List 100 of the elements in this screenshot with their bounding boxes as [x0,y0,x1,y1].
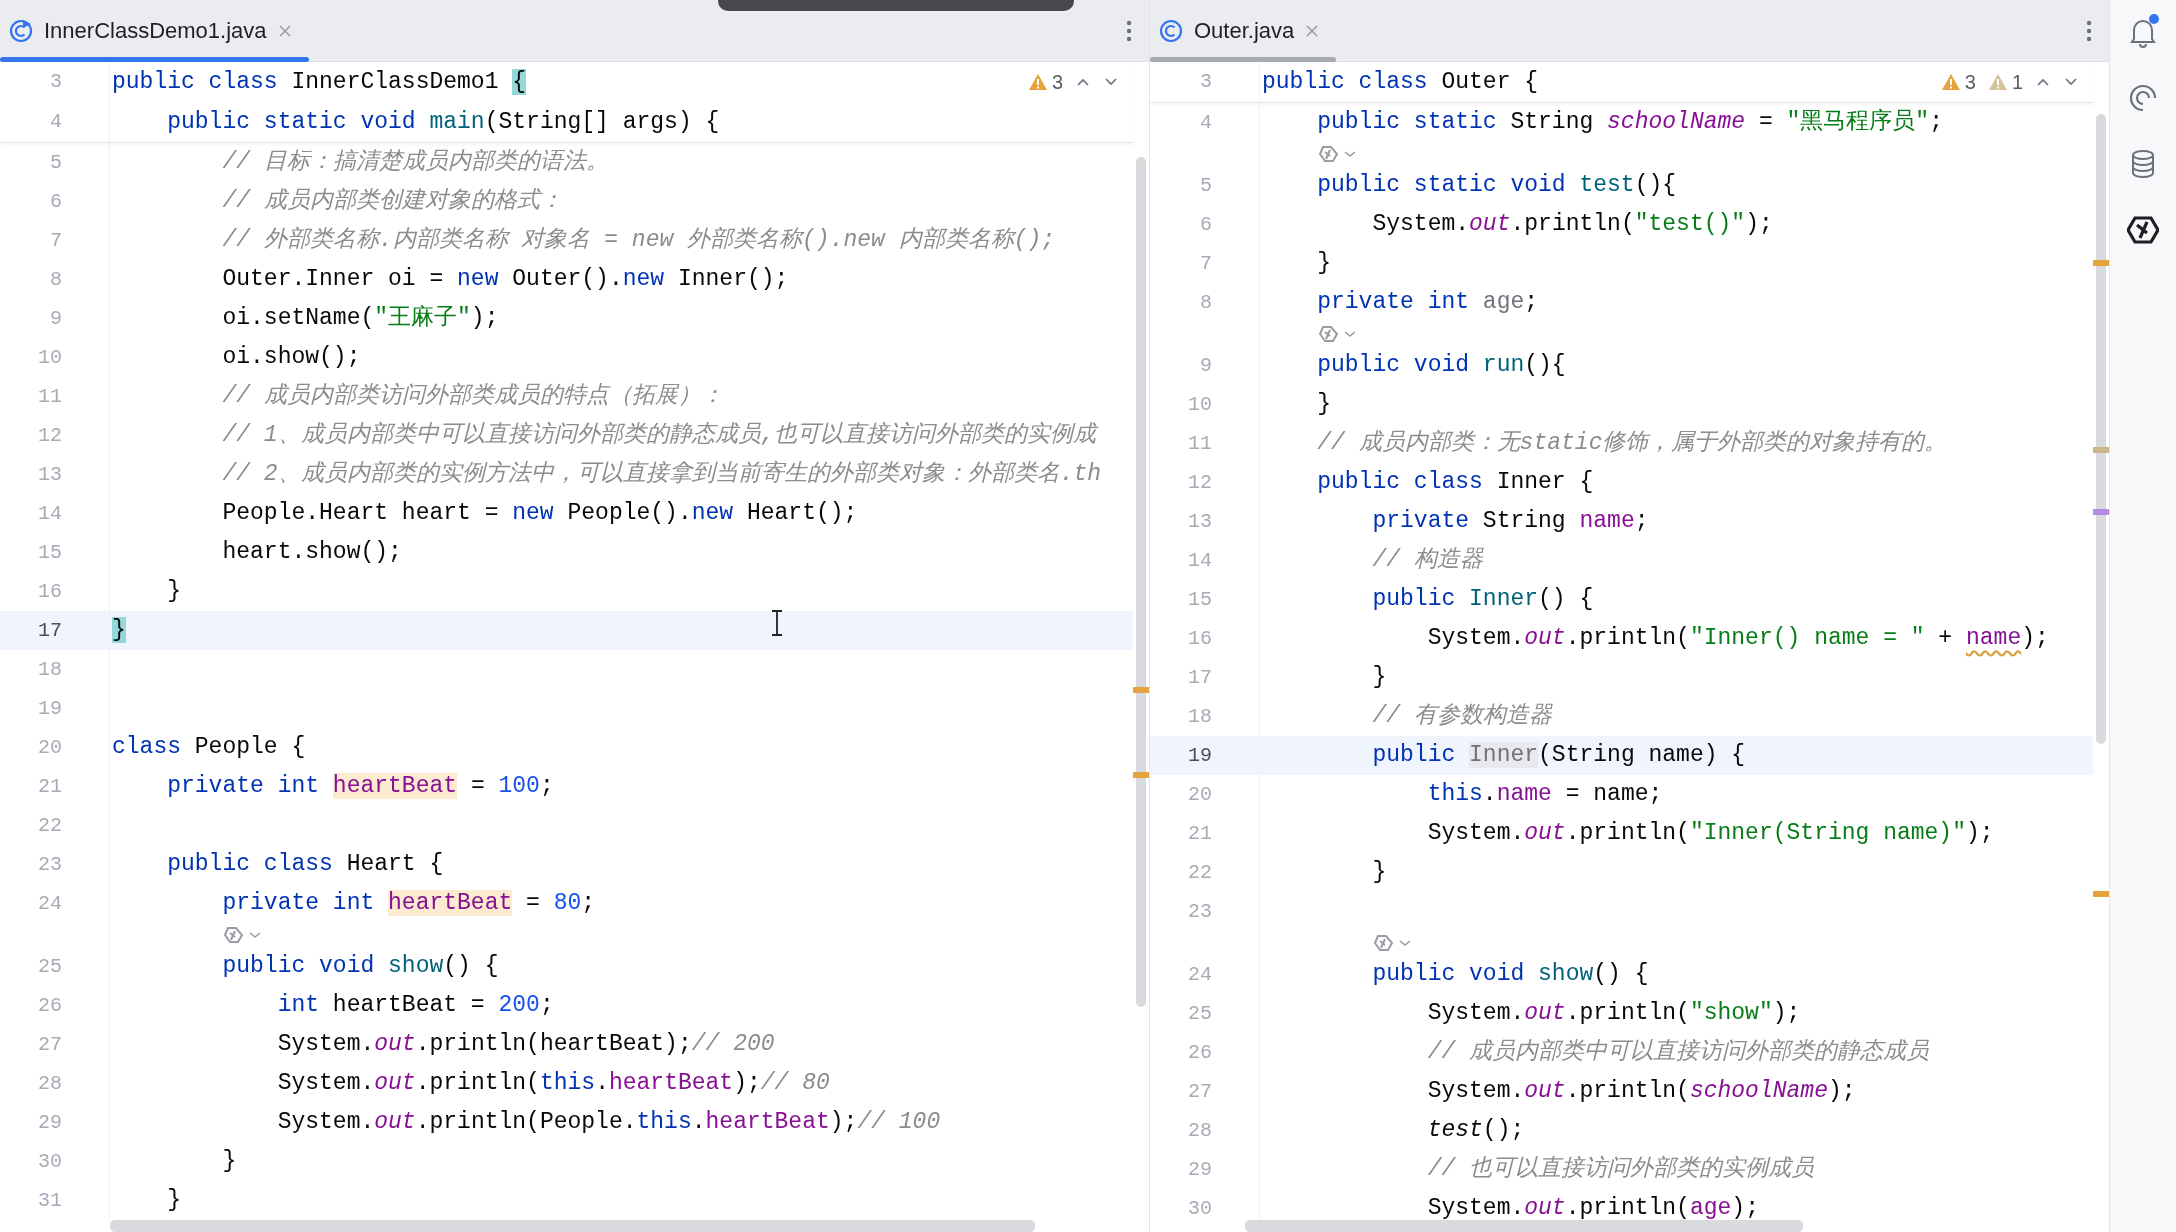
weak-warning-count: 1 [2011,70,2023,95]
line-number: 7 [49,227,62,254]
code-line: oi.show(); [221,343,361,373]
line-number: 31 [37,1187,62,1214]
line-number: 5 [49,149,62,176]
warning-icon [1027,72,1048,92]
line-number: 25 [1187,1000,1212,1027]
line-number: 9 [49,305,62,332]
code-line: System.out.println("Inner() name = " + name); [1426,624,2049,654]
line-number: 12 [37,422,62,449]
line-number: 8 [1199,289,1212,316]
line-number: 28 [1187,1117,1212,1144]
more-options-icon[interactable] [2086,18,2092,43]
line-number: 22 [1187,859,1212,886]
line-number: 5 [1199,172,1212,199]
code-line: test(); [1426,1116,1525,1146]
line-number: 4 [1199,109,1212,136]
code-line: public void run(){ [1316,351,1566,381]
scrollbar-thumb[interactable] [2096,114,2106,744]
code-line: } [166,577,181,607]
line-number: 17 [1187,664,1212,691]
line-number: 23 [37,851,62,878]
code-line: System.out.println("show"); [1426,999,1801,1029]
code-line: } [166,1186,181,1216]
code-line: public class Heart { [166,850,444,880]
line-number: 15 [1187,586,1212,613]
chevron-down-icon[interactable] [1343,149,1358,159]
code-line: public class Inner { [1316,468,1594,498]
line-number: 13 [1187,508,1212,535]
code-line: public static void test(){ [1316,171,1677,201]
code-line: // 成员内部类中可以直接访问外部类的静态成员 [1426,1037,1930,1068]
code-line: } [1316,390,1331,420]
text-cursor-icon [770,610,784,636]
line-number: 14 [1187,547,1212,574]
line-number: 14 [37,500,62,527]
code-line: System.out.println("test()"); [1371,210,1773,240]
line-number: 24 [1187,961,1212,988]
warning-icon [1987,72,2008,92]
line-number: 9 [1199,352,1212,379]
line-number: 21 [1187,820,1212,847]
line-number: 23 [1187,898,1212,925]
code-line: this.name = name; [1426,780,1663,810]
line-number: 25 [37,953,62,980]
line-number: 11 [1187,430,1212,457]
line-number: 4 [49,109,62,135]
code-line: public class InnerClassDemo1 { [112,67,527,97]
line-number: 10 [1187,391,1212,418]
line-number: 20 [1187,781,1212,808]
code-line: // 成员内部类：无static修饰，属于外部类的对象持有的。 [1316,428,1948,459]
line-number: 13 [37,461,62,488]
class-icon [1158,17,1184,44]
more-options-icon[interactable] [1126,18,1132,43]
line-number: 19 [37,695,62,722]
editor-tab[interactable]: Outer.java [1150,0,1337,61]
line-number: 15 [37,539,62,566]
code-line: Outer.Inner oi = new Outer().new Inner(); [221,265,789,295]
code-line: // 1、成员内部类中可以直接访问外部类的静态成员,也可以直接访问外部类的实例成 [221,420,1097,451]
line-number: 18 [37,656,62,683]
line-number: 16 [37,578,62,605]
chevron-down-icon[interactable] [1398,938,1413,948]
code-line: System.out.println("Inner(String name)"); [1426,819,1994,849]
scrollbar-thumb[interactable] [1245,1220,1803,1232]
code-line: } [1371,663,1387,693]
line-number: 29 [1187,1156,1212,1183]
scrollbar-thumb[interactable] [1136,157,1146,1007]
code-line: public void show() { [221,952,499,982]
close-icon[interactable] [1304,22,1321,39]
code-line: // 成员内部类创建对象的格式： [221,186,563,217]
line-number: 26 [1187,1039,1212,1066]
chevron-down-icon[interactable] [248,930,263,940]
database-icon[interactable] [2129,149,2157,179]
line-number: 12 [1187,469,1212,496]
code-line: public Inner() { [1371,585,1594,615]
line-number: 27 [37,1031,62,1058]
code-line: System.out.println(heartBeat);// 200 [276,1030,775,1060]
line-number: 30 [1187,1195,1212,1222]
line-number: 11 [37,383,62,410]
chevron-down-icon[interactable] [1343,329,1358,339]
warning-icon [1940,72,1961,92]
code-line: System.out.println(age); [1426,1194,1759,1224]
warning-count: 3 [1964,70,1976,95]
line-number: 10 [37,344,62,371]
code-line: private String name; [1371,507,1649,537]
code-line: // 外部类名称.内部类名称 对象名 = new 外部类名称().new 内部类名称(); [221,225,1056,256]
class-icon [8,17,34,44]
scrollbar-thumb[interactable] [110,1220,1035,1232]
hexagon-icon[interactable] [2127,215,2159,245]
warning-count: 3 [1051,70,1063,95]
code-line: System.out.println(this.heartBeat);// 80 [276,1069,830,1099]
line-number: 8 [49,266,62,293]
code-line: // 成员内部类访问外部类成员的特点（拓展）： [221,381,724,412]
code-line: public static String schoolName = "黑马程序员"; [1316,107,1943,138]
line-number: 27 [1187,1078,1212,1105]
code-line: // 也可以直接访问外部类的实例成员 [1426,1154,1815,1185]
line-number: 24 [37,890,62,917]
close-icon[interactable] [276,22,293,39]
code-line: People.Heart heart = new People().new Heart(); [221,499,858,529]
line-number: 18 [1187,703,1212,730]
spiral-icon[interactable] [2128,83,2158,113]
code-line: public class Outer { [1262,67,1539,97]
